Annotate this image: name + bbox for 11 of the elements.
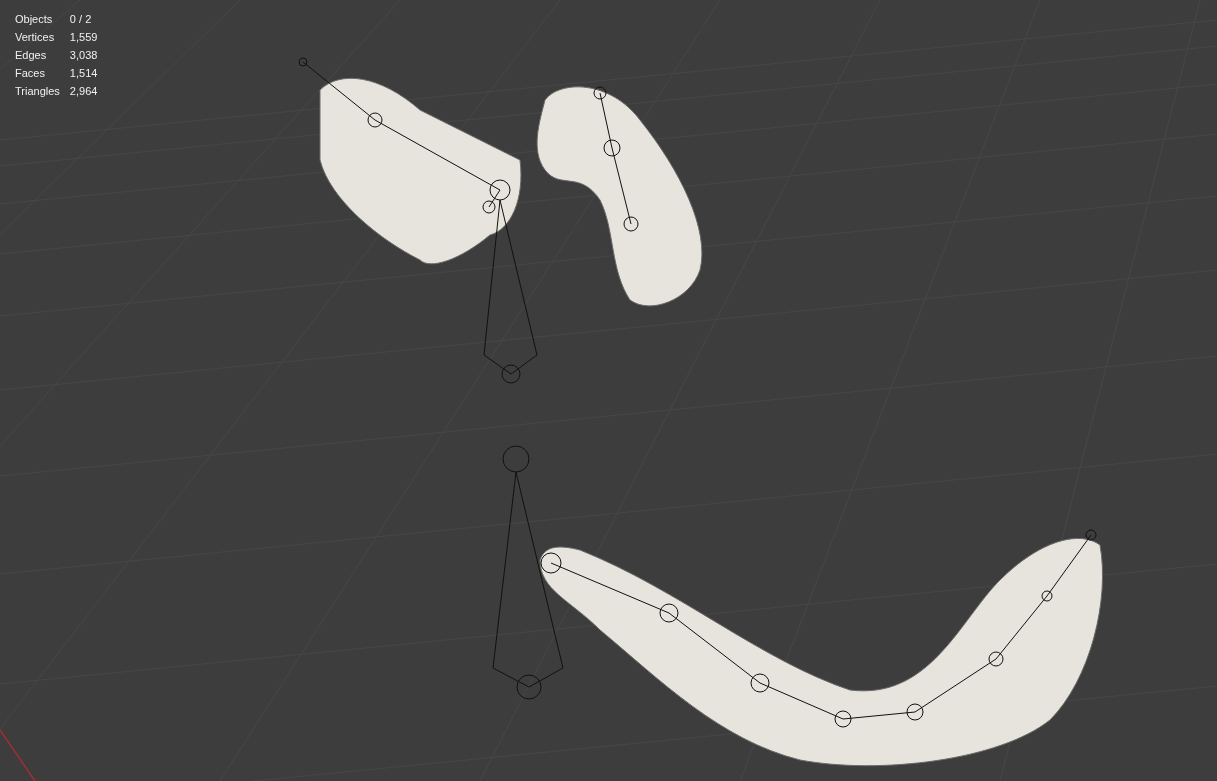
stat-label: Edges [15, 48, 48, 63]
stat-value: 0 / 2 [69, 12, 93, 27]
stat-value: 1,514 [69, 66, 98, 81]
stat-label: Triangles [15, 84, 60, 99]
stat-value: 3,038 [69, 48, 98, 63]
stat-value: 2,964 [69, 84, 98, 99]
stat-value: 1,559 [69, 30, 98, 45]
stat-label: Vertices [15, 30, 56, 45]
stat-label: Objects [15, 12, 54, 27]
stat-label: Faces [15, 66, 46, 81]
axis-line [0, 729, 36, 781]
